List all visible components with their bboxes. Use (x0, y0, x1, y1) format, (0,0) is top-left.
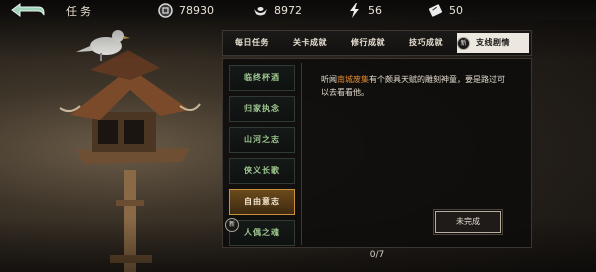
progress-counter: 0/7 (369, 250, 385, 260)
desc-text: 听闻 (321, 75, 337, 84)
tab-stage-achievements[interactable]: 关卡成就 (283, 31, 337, 55)
stamina-value: 56 (368, 3, 382, 17)
tab-bar: 每日任务 关卡成就 修行成就 技巧成就 支线剧情 新 (222, 30, 532, 56)
top-bar: 任务 78930 8972 56 50 (0, 0, 596, 20)
coin-counter: 78930 (158, 2, 214, 18)
new-badge: 新 (457, 37, 470, 50)
quest-description: 听闻南城废集有个颇具天赋的雕刻神童，要是路过可以去看看他。 (321, 73, 511, 99)
quest-item[interactable]: 临终杯酒 (229, 65, 295, 91)
quest-item-selected[interactable]: 自由意志 (229, 189, 295, 215)
stamina-counter: 56 (347, 2, 382, 18)
silver-counter: 8972 (253, 2, 302, 18)
quest-list: 临终杯酒 归家执念 山河之志 侠义长歌 自由意志 人偶之魂 新 (225, 65, 301, 246)
divider (301, 63, 302, 245)
ticket-icon (428, 3, 443, 17)
quest-item[interactable]: 山河之志 (229, 127, 295, 153)
silver-ingot-icon (254, 6, 267, 15)
coin-value: 78930 (179, 3, 214, 17)
quest-item[interactable]: 归家执念 (229, 96, 295, 122)
tab-skill-achievements[interactable]: 技巧成就 (399, 31, 453, 55)
panel-body: 临终杯酒 归家执念 山河之志 侠义长歌 自由意志 人偶之魂 新 听闻南城废集有个… (222, 58, 532, 248)
quest-item[interactable]: 侠义长歌 (229, 158, 295, 184)
silver-value: 8972 (274, 3, 302, 17)
tab-daily-tasks[interactable]: 每日任务 (225, 31, 279, 55)
incomplete-status-button[interactable]: 未完成 (433, 209, 503, 235)
ticket-counter: 50 (428, 2, 463, 18)
location-highlight: 南城废集 (337, 75, 369, 84)
back-arrow-icon[interactable] (8, 2, 46, 18)
page-title: 任务 (66, 5, 94, 18)
lightning-icon (350, 2, 359, 18)
ticket-value: 50 (449, 3, 463, 17)
birdhouse-illustration (59, 30, 201, 272)
coin-icon (158, 2, 173, 18)
task-panel: 每日任务 关卡成就 修行成就 技巧成就 支线剧情 新 临终杯酒 归家执念 山河之… (222, 30, 532, 262)
tab-training-achievements[interactable]: 修行成就 (341, 31, 395, 55)
new-badge: 新 (225, 218, 239, 232)
